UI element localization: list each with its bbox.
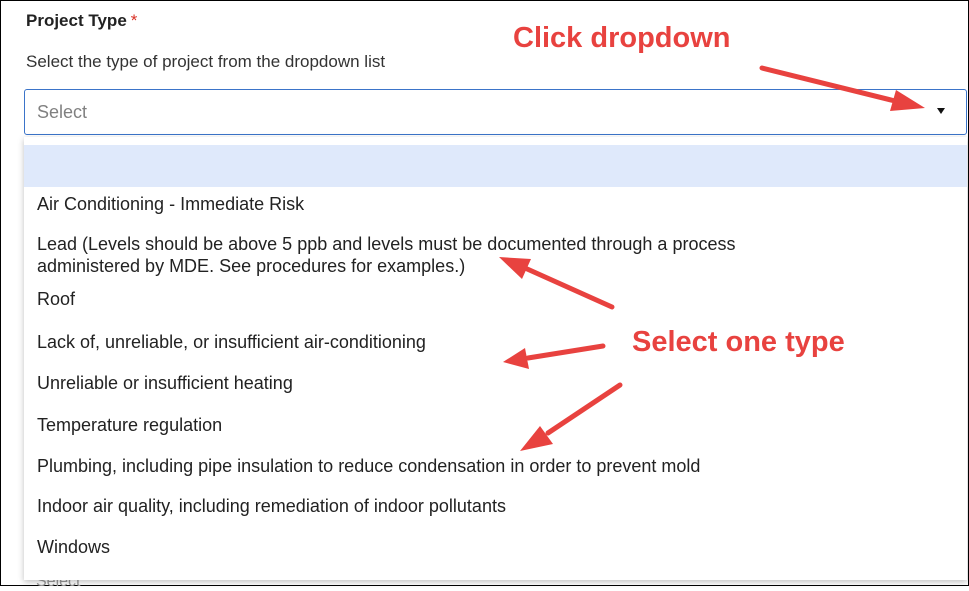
arrow-to-caret xyxy=(759,65,898,104)
arrowhead-air-conditioning xyxy=(503,348,529,369)
arrow-to-lead xyxy=(522,265,615,310)
arrowhead-lead xyxy=(499,257,531,279)
arrow-to-plumbing xyxy=(545,382,623,436)
arrow-to-air-conditioning xyxy=(525,343,606,361)
arrowhead-caret xyxy=(890,90,925,111)
annotation-arrows xyxy=(499,65,925,451)
arrowhead-plumbing xyxy=(520,426,553,451)
